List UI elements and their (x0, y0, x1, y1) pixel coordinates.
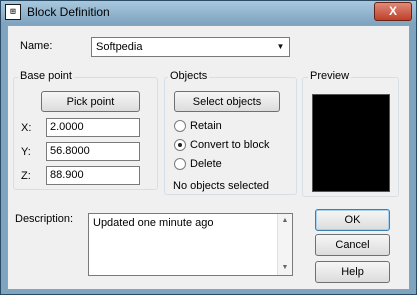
retain-radio[interactable] (174, 120, 186, 132)
close-button[interactable]: X (374, 2, 412, 21)
preview-canvas (312, 94, 390, 192)
x-field[interactable]: 2.0000 (46, 118, 140, 137)
dialog-body: Name: Softpedia ▼ Base point Pick point … (7, 25, 410, 290)
base-point-title: Base point (18, 70, 74, 82)
y-label: Y: (21, 146, 31, 158)
preview-title: Preview (308, 70, 352, 82)
delete-radio[interactable] (174, 158, 186, 170)
description-label: Description: (15, 213, 74, 225)
objects-status: No objects selected (173, 180, 269, 192)
block-definition-icon: ⊞ (5, 4, 21, 20)
select-objects-button[interactable]: Select objects (174, 91, 280, 112)
description-scrollbar[interactable]: ▲ ▼ (277, 214, 292, 275)
chevron-down-icon[interactable]: ▼ (272, 38, 289, 56)
window-title: Block Definition (27, 5, 110, 19)
convert-to-block-label[interactable]: Convert to block (190, 139, 269, 151)
z-label: Z: (21, 170, 31, 182)
retain-label[interactable]: Retain (190, 120, 222, 132)
block-definition-dialog: ⊞ Block Definition X Name: Softpedia ▼ B… (0, 0, 417, 295)
delete-label[interactable]: Delete (190, 158, 222, 170)
cancel-button[interactable]: Cancel (315, 234, 390, 256)
ok-button[interactable]: OK (315, 209, 390, 231)
description-textarea[interactable]: Updated one minute ago ▲ ▼ (88, 213, 293, 276)
z-field[interactable]: 88.900 (46, 166, 140, 185)
x-label: X: (21, 122, 32, 134)
pick-point-button[interactable]: Pick point (41, 91, 140, 112)
name-label: Name: (20, 40, 53, 52)
help-button[interactable]: Help (315, 261, 390, 283)
name-value: Softpedia (96, 41, 143, 53)
convert-to-block-radio[interactable] (174, 139, 186, 151)
scroll-down-icon[interactable]: ▼ (278, 262, 292, 274)
description-text: Updated one minute ago (93, 217, 214, 229)
name-combobox[interactable]: Softpedia ▼ (91, 37, 290, 57)
y-field[interactable]: 56.8000 (46, 142, 140, 161)
scroll-up-icon[interactable]: ▲ (278, 215, 292, 227)
title-bar[interactable]: ⊞ Block Definition X (1, 1, 416, 24)
objects-title: Objects (168, 70, 210, 82)
